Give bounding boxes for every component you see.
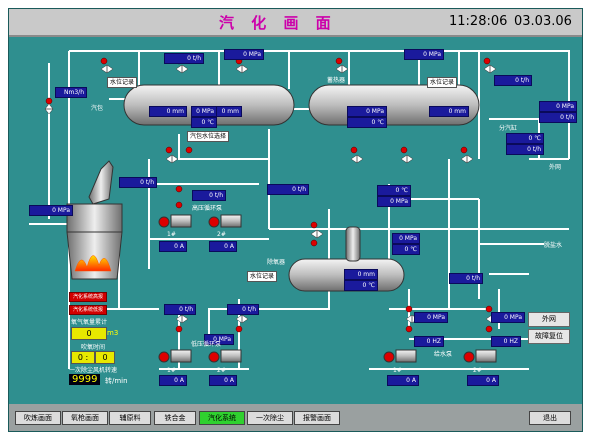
label-fan-speed: 一次除尘风机转速 <box>69 367 118 374</box>
nav-vapor[interactable]: 汽化系统 <box>199 411 245 425</box>
lp-pump2-amp: 0 A <box>209 375 237 386</box>
blow-time-min: 0 : <box>71 351 95 364</box>
drum-level-mm: 0 mm <box>149 106 187 117</box>
feed-pressure-2: 0 MPa <box>491 312 525 323</box>
oxygen-unit: m3 <box>107 329 119 337</box>
label-waiwang: 外网 <box>549 164 562 171</box>
label-pump2-hp: 2# <box>217 231 226 238</box>
accumulator-level: 0 mm <box>429 106 469 117</box>
label-pump1-lp: 1# <box>167 367 176 374</box>
label-ruanyanshui: 脱盐水 <box>544 242 563 249</box>
accumulator-temp: 0 ℃ <box>347 117 387 128</box>
deaerator-temp-3: 0 ℃ <box>344 280 378 291</box>
lp-flow-1: 0 t/h <box>164 304 196 315</box>
value-th-1: 0 t/h <box>164 53 204 64</box>
value-mpa-2: 0 MPa <box>404 49 444 60</box>
alarm-high[interactable]: 汽化系统高报 <box>69 292 108 302</box>
deaerator-pressure-2: 0 MPa <box>392 233 420 244</box>
label-pump1-feed: 1# <box>393 367 402 374</box>
feed-pump1-hz: 0 HZ <box>414 336 444 347</box>
feed-flow-1: 0 t/h <box>119 177 157 188</box>
label-pump2-feed: 2# <box>473 367 482 374</box>
label-pump2-lp: 2# <box>217 367 226 374</box>
external-network-button[interactable]: 外网 <box>528 312 570 327</box>
steam-flow: 0 t/h <box>267 184 309 195</box>
nav-lance[interactable]: 氧枪画面 <box>62 411 108 425</box>
label-feed-pump: 给水泵 <box>434 351 453 358</box>
alarm-low[interactable]: 汽化系统低报 <box>69 305 108 315</box>
nav-dedust[interactable]: 一次除尘 <box>247 411 293 425</box>
value-mpa-1: 0 MPa <box>224 49 264 60</box>
drum-pressure: 0 MPa <box>191 106 217 117</box>
oxygen-total-value: 0 <box>71 327 107 340</box>
feed-pump2-hz: 0 HZ <box>491 336 521 347</box>
label-xurqi: 蓄热器 <box>327 77 346 84</box>
header-flow: 0 t/h <box>539 112 577 123</box>
header-pressure: 0 MPa <box>539 101 577 112</box>
label-chuyangqi: 除氧器 <box>267 259 286 266</box>
drum-temp: 0 ℃ <box>191 117 217 128</box>
feed-pressure-1: 0 MPa <box>414 312 448 323</box>
label-pump1-hp: 1# <box>167 231 176 238</box>
feed-pump2-amp: 0 A <box>467 375 499 386</box>
fan-speed-unit: 转/min <box>105 377 128 385</box>
exit-button[interactable]: 退出 <box>529 411 571 425</box>
softwater-flow: 0 t/h <box>449 273 483 284</box>
boiler-pressure: 0 MPa <box>29 205 73 216</box>
blow-time-sec: 0 <box>95 351 115 364</box>
fault-reset-button[interactable]: 故障复位 <box>528 329 570 344</box>
nav-alarm[interactable]: 报警画面 <box>294 411 340 425</box>
water-level-record-2[interactable]: 水位记录 <box>427 77 458 88</box>
drum-level-select[interactable]: 汽包水位选择 <box>187 131 230 142</box>
header-flow-2: 0 t/h <box>506 144 544 155</box>
label-oxygen-total: 氧气氧量累计 <box>71 319 108 326</box>
lp-flow-2: 0 t/h <box>227 304 259 315</box>
fan-speed-value: 9999 <box>69 374 101 385</box>
value-th-2: 0 t/h <box>494 75 532 86</box>
water-level-record-3[interactable]: 水位记录 <box>247 271 278 282</box>
label-qibao: 汽包 <box>91 105 104 112</box>
deaerator-temp-2: 0 ℃ <box>392 244 420 255</box>
lp-pump1-amp: 0 A <box>159 375 187 386</box>
feed-pump1-amp: 0 A <box>387 375 419 386</box>
hp-pump1-amp: 0 A <box>159 241 187 252</box>
label-lp-pump: 低压循环泵 <box>191 341 222 348</box>
scada-window: 汽 化 画 面 11:28:06 03.03.06 Nm3/h 汽包 0 t/h… <box>8 8 583 432</box>
deaerator-temp: 0 ℃ <box>377 185 411 196</box>
nav-blow[interactable]: 吹炼画面 <box>15 411 61 425</box>
nav-ferroalloy[interactable]: 铁合金 <box>154 411 196 425</box>
label-fenqigang: 分汽缸 <box>499 125 518 132</box>
label-blow-time: 吹氧时间 <box>81 344 106 351</box>
deaerator-pressure: 0 MPa <box>377 196 411 207</box>
water-level-record-1[interactable]: 水位记录 <box>107 77 138 88</box>
label-hp-pump: 高压循环泵 <box>192 205 223 212</box>
drum-level-mm-2: 0 mm <box>216 106 242 117</box>
deaerator-level: 0 mm <box>344 269 378 280</box>
hp-pump2-amp: 0 A <box>209 241 237 252</box>
nav-aux[interactable]: 辅原料 <box>109 411 151 425</box>
flow-nm3h-display: Nm3/h <box>55 87 87 98</box>
header-temp: 0 ℃ <box>506 133 544 144</box>
accumulator-pressure: 0 MPa <box>347 106 387 117</box>
hp-pump-flow: 0 t/h <box>192 190 226 201</box>
